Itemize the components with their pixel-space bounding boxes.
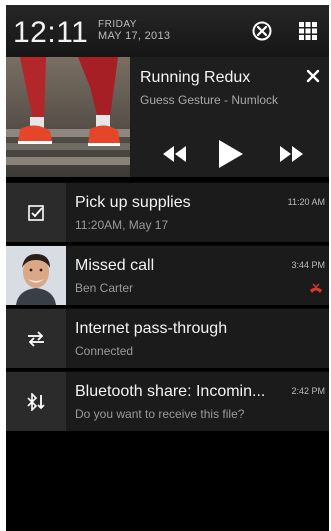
notification-shade: 12:11 FRIDAY MAY 17, 2013 Running Redux … <box>6 5 329 531</box>
notification-subtitle: Ben Carter <box>75 281 134 295</box>
previous-icon[interactable] <box>157 139 193 169</box>
album-art <box>6 57 130 177</box>
bluetooth-icon <box>6 372 66 431</box>
notification-subtitle: Do you want to receive this file? <box>75 407 245 421</box>
notification-title: Internet pass-through <box>75 320 228 337</box>
task-check-icon <box>6 183 66 242</box>
notification-title: Missed call <box>75 257 155 274</box>
missed-call-icon <box>309 282 323 300</box>
notification-subtitle: 11:20AM, May 17 <box>75 218 169 232</box>
next-icon[interactable] <box>273 139 309 169</box>
pass-through-icon <box>6 309 66 368</box>
settings-icon[interactable] <box>250 19 274 43</box>
contact-photo <box>6 246 66 305</box>
notification-time: 2:42 PM <box>291 386 325 396</box>
notification-time: 3:44 PM <box>291 260 325 270</box>
date-block: FRIDAY MAY 17, 2013 <box>98 19 170 43</box>
song-title: Running Redux <box>140 69 251 86</box>
notification-item[interactable]: Bluetooth share: Incomin... Do you want … <box>6 371 329 431</box>
media-player-card[interactable]: Running Redux Guess Gesture - Numlock <box>6 57 329 177</box>
notification-item[interactable]: Missed call Ben Carter 3:44 PM <box>6 245 329 305</box>
notification-item[interactable]: Internet pass-through Connected <box>6 308 329 368</box>
notification-subtitle: Connected <box>75 344 134 358</box>
notification-time: 11:20 AM <box>287 197 325 207</box>
day-label: FRIDAY <box>98 19 137 30</box>
close-icon[interactable] <box>302 65 324 87</box>
play-icon[interactable] <box>212 139 248 169</box>
status-header: 12:11 FRIDAY MAY 17, 2013 <box>6 5 329 57</box>
date-label: MAY 17, 2013 <box>98 30 171 42</box>
song-artist: Guess Gesture - Numlock <box>140 93 279 107</box>
notification-title: Pick up supplies <box>75 194 191 211</box>
notification-item[interactable]: Pick up supplies 11:20AM, May 17 11:20 A… <box>6 182 329 242</box>
apps-grid-icon[interactable] <box>296 19 320 43</box>
clock: 12:11 <box>13 16 89 49</box>
notification-title: Bluetooth share: Incomin... <box>75 383 266 400</box>
